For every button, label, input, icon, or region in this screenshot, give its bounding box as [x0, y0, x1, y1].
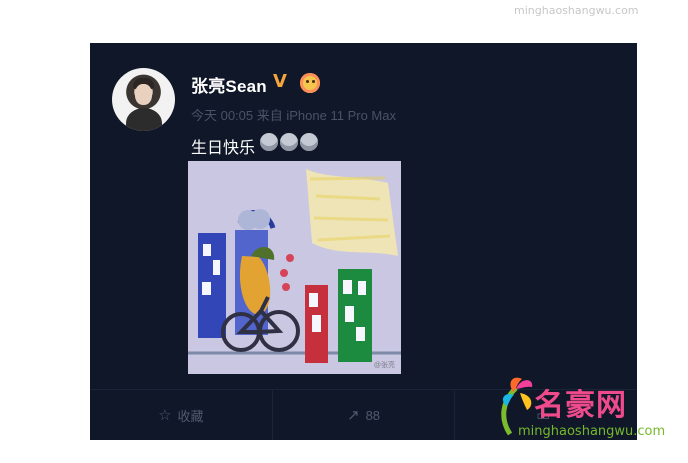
- image-watermark: @张亮: [373, 362, 395, 369]
- post-meta: 今天 00:05 来自 iPhone 11 Pro Max: [191, 108, 396, 123]
- favorite-label: 收藏: [177, 408, 204, 424]
- favorite-button[interactable]: ☆ 收藏: [90, 390, 273, 440]
- avatar-face: [135, 84, 152, 105]
- brand-name: 名豪网: [534, 388, 627, 423]
- site-brand-logo: 名豪网 minghaoshangwu.com: [498, 375, 678, 449]
- avatar[interactable]: [112, 68, 175, 131]
- cake-emoji-icon: [260, 133, 278, 151]
- verified-icon: V: [273, 71, 287, 92]
- repost-count: 88: [365, 407, 381, 423]
- fan-badge-icon: [300, 73, 320, 93]
- crown-emoji-icon: [280, 133, 298, 151]
- emoji-row: [260, 133, 318, 151]
- site-watermark: minghaoshangwu.com: [514, 4, 639, 17]
- username[interactable]: 张亮Sean: [191, 72, 267, 97]
- share-icon: ↗: [346, 406, 360, 424]
- post-image[interactable]: @张亮: [188, 161, 401, 374]
- star-icon: ☆: [158, 406, 172, 424]
- brand-url: minghaoshangwu.com: [518, 424, 666, 439]
- repost-button[interactable]: ↗ 88: [273, 390, 456, 440]
- cake-emoji-icon: [300, 133, 318, 151]
- children-drawing: [188, 161, 401, 374]
- post-text: 生日快乐: [191, 140, 256, 157]
- avatar-shirt: [126, 108, 162, 131]
